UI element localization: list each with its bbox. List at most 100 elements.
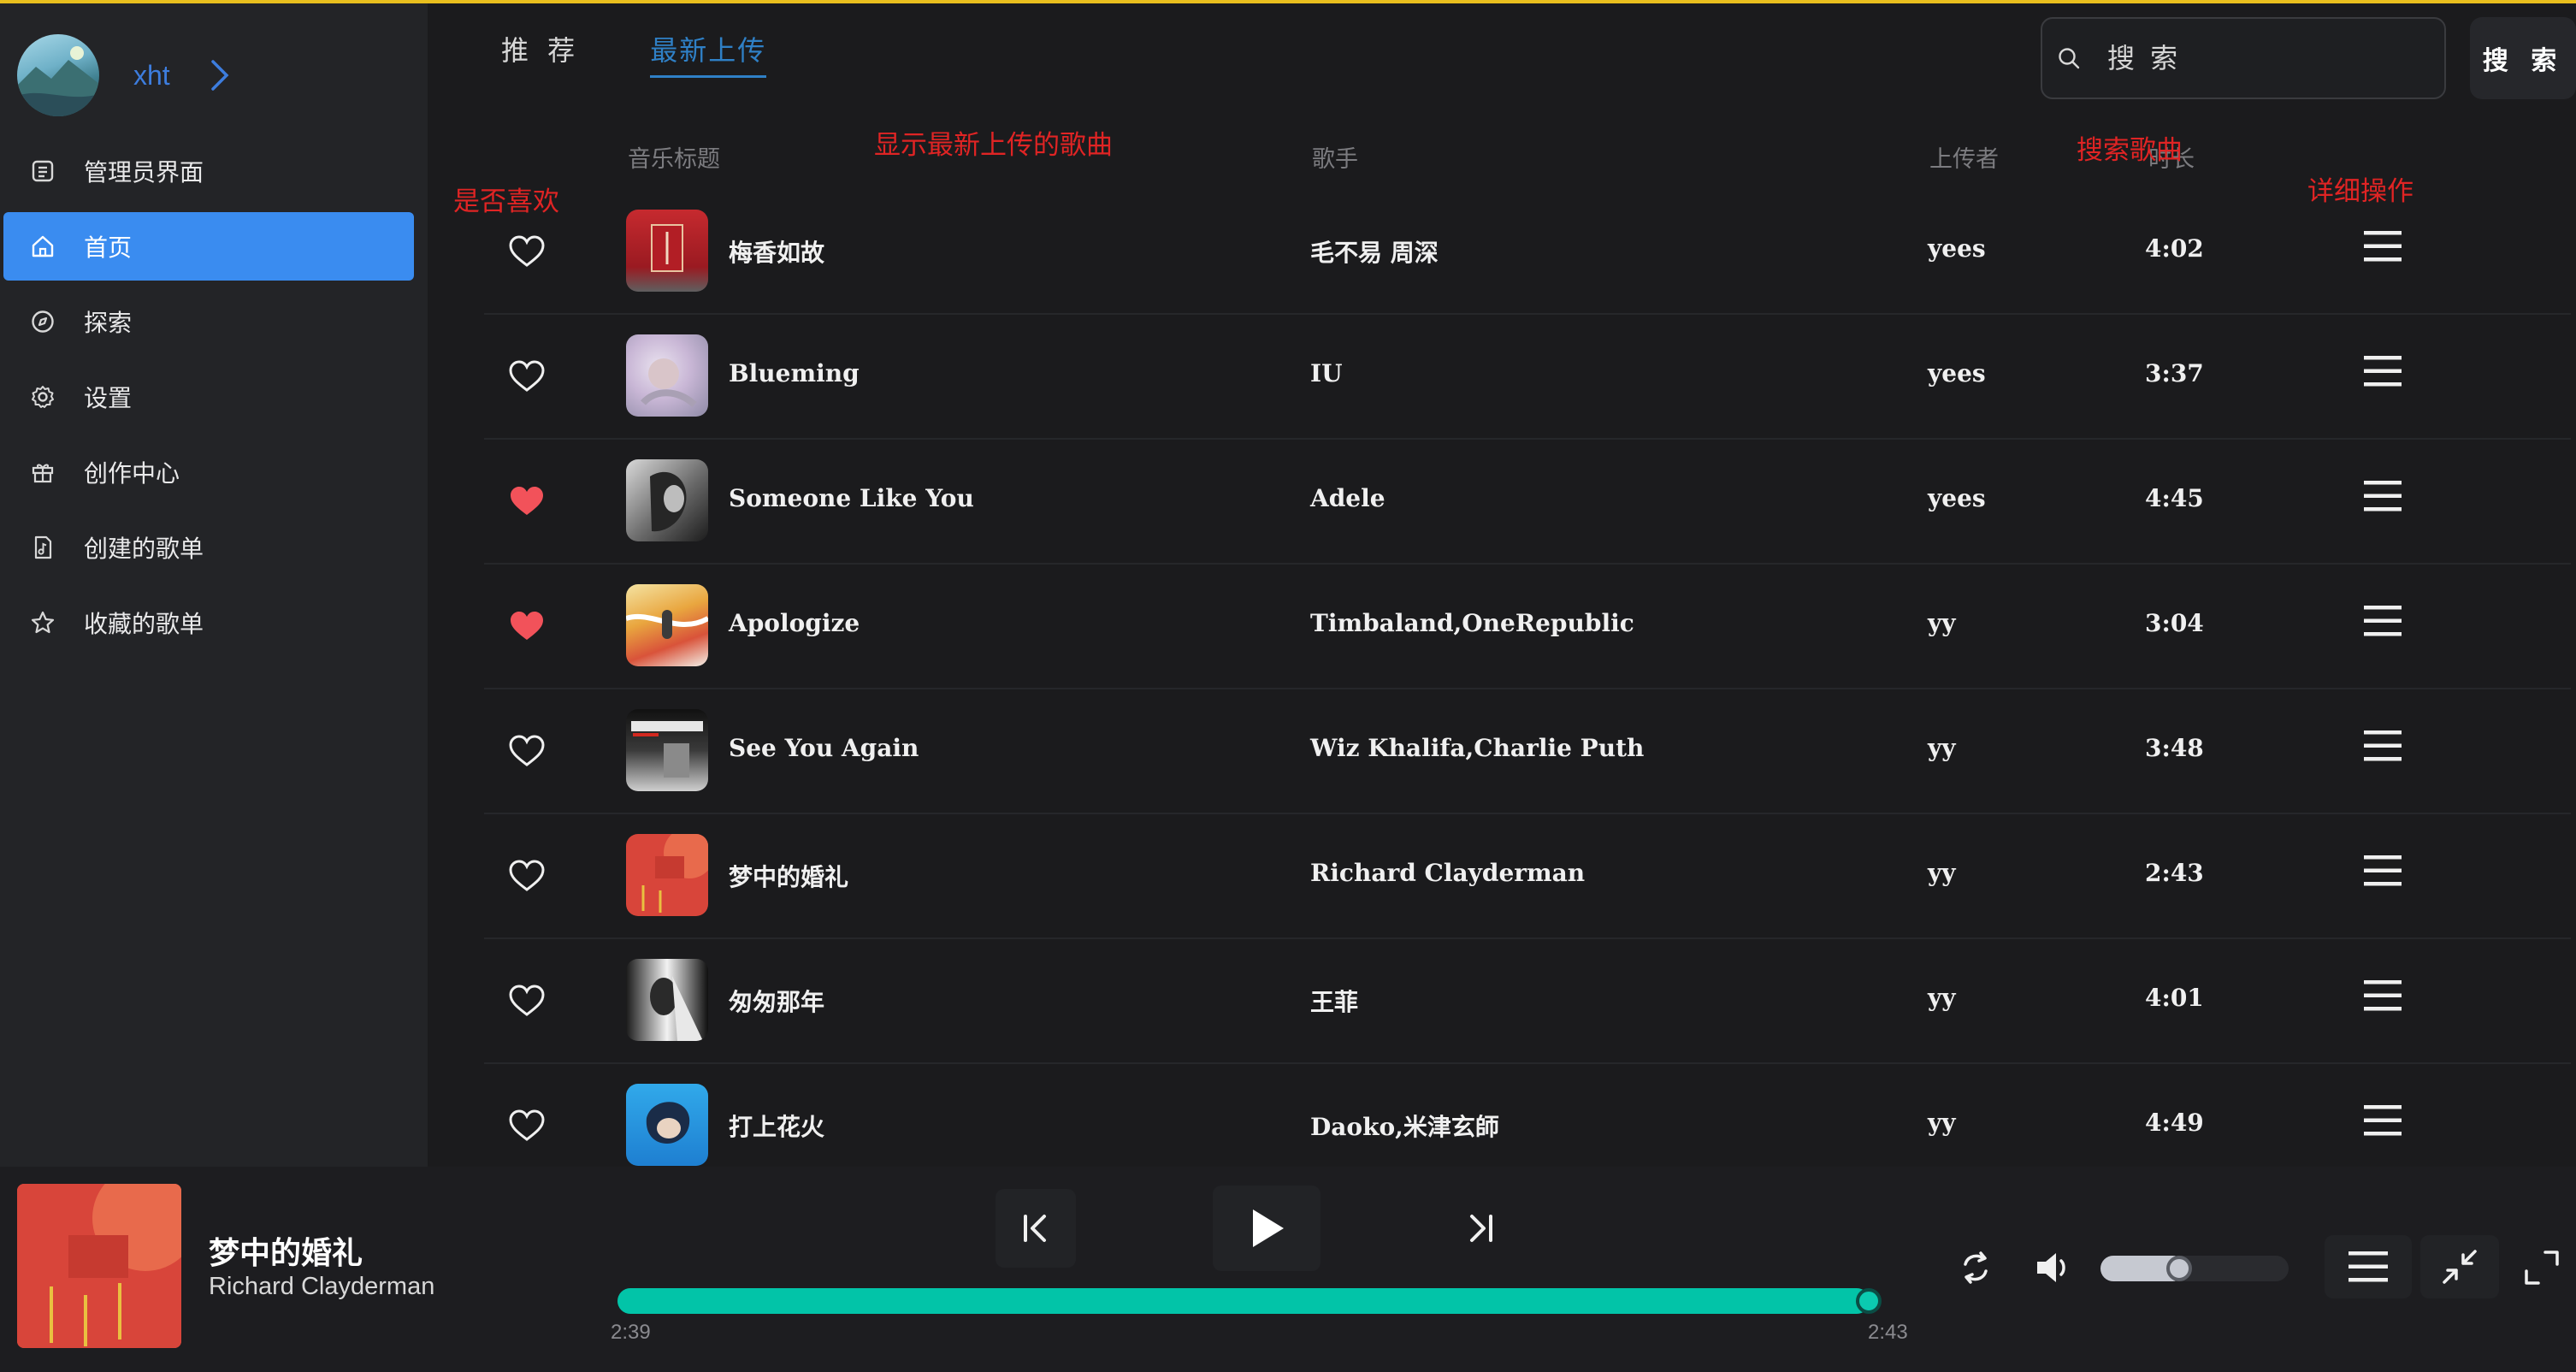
song-title[interactable]: 打上花火 <box>729 1109 824 1143</box>
current-time: 2:39 <box>611 1321 651 1344</box>
menu-icon[interactable] <box>2364 604 2402 638</box>
progress-handle[interactable] <box>1856 1288 1882 1314</box>
song-title[interactable]: 梅香如故 <box>729 234 824 269</box>
username[interactable]: xht <box>133 60 170 92</box>
song-artist[interactable]: Wiz Khalifa,Charlie Puth <box>1310 734 1644 762</box>
song-uploader: yy <box>1928 859 1956 887</box>
sidebar-item-label: 首页 <box>84 234 133 262</box>
heart-outline-icon[interactable] <box>508 859 546 893</box>
album-cover <box>626 834 708 916</box>
heart-outline-icon[interactable] <box>508 234 546 269</box>
album-cover <box>626 459 708 541</box>
search-input[interactable] <box>2107 42 2415 74</box>
sidebar-item-settings[interactable]: 设置 <box>3 363 414 431</box>
song-duration: 3:37 <box>2145 359 2204 387</box>
song-duration: 2:43 <box>2145 859 2204 887</box>
mini-player-button[interactable] <box>2420 1235 2499 1298</box>
menu-icon[interactable] <box>2364 354 2402 388</box>
song-uploader: yees <box>1928 484 1986 512</box>
play-button[interactable] <box>1213 1186 1320 1271</box>
volume-button[interactable] <box>2030 1244 2078 1292</box>
menu-icon[interactable] <box>2364 729 2402 763</box>
search-box[interactable] <box>2041 17 2446 99</box>
sidebar-item-creator[interactable]: 创作中心 <box>3 438 414 506</box>
song-artist[interactable]: Timbaland,OneRepublic <box>1310 609 1634 637</box>
song-title[interactable]: Someone Like You <box>729 484 974 512</box>
player-bar: 梦中的婚礼 Richard Clayderman 2:39 2:43 <box>0 1167 2576 1372</box>
song-duration: 3:04 <box>2145 609 2204 637</box>
song-row[interactable]: Apologize Timbaland,OneRepublic yy 3:04 <box>484 565 2571 689</box>
menu-icon[interactable] <box>2364 479 2402 513</box>
now-playing-cover[interactable] <box>17 1184 181 1348</box>
sidebar-item-admin[interactable]: 管理员界面 <box>3 137 414 205</box>
volume-icon <box>2037 1253 2065 1282</box>
user-profile[interactable]: xht <box>17 33 230 118</box>
avatar[interactable] <box>17 34 99 116</box>
heart-outline-icon[interactable] <box>508 734 546 768</box>
song-row[interactable]: See You Again Wiz Khalifa,Charlie Puth y… <box>484 689 2571 814</box>
heart-outline-icon[interactable] <box>508 984 546 1018</box>
annotation-search: 搜索歌曲 <box>2077 135 2183 166</box>
search-button[interactable]: 搜 索 <box>2470 17 2576 99</box>
heart-filled-icon[interactable] <box>508 484 546 518</box>
song-artist[interactable]: Adele <box>1310 484 1385 512</box>
song-row[interactable]: 梦中的婚礼 Richard Clayderman yy 2:43 <box>484 814 2571 939</box>
song-artist[interactable]: Richard Clayderman <box>1310 859 1585 887</box>
album-cover <box>626 959 708 1041</box>
chevron-right-icon[interactable] <box>210 58 230 92</box>
next-button[interactable] <box>1440 1189 1521 1268</box>
progress-bar[interactable] <box>617 1288 1870 1314</box>
album-cover <box>626 1084 708 1166</box>
previous-button[interactable] <box>996 1189 1076 1268</box>
song-artist[interactable]: Daoko,米津玄師 <box>1310 1109 1499 1143</box>
song-artist[interactable]: 毛不易 周深 <box>1310 234 1439 269</box>
volume-handle[interactable] <box>2166 1256 2192 1281</box>
menu-icon[interactable] <box>2364 854 2402 888</box>
song-row[interactable]: Someone Like You Adele yees 4:45 <box>484 440 2571 565</box>
song-uploader: yy <box>1928 984 1956 1012</box>
sidebar-item-home[interactable]: 首页 <box>3 212 414 281</box>
album-cover <box>626 584 708 666</box>
heart-outline-icon[interactable] <box>508 359 546 393</box>
now-playing-artist: Richard Clayderman <box>209 1273 435 1300</box>
sidebar-item-created-playlists[interactable]: 创建的歌单 <box>3 513 414 582</box>
song-artist[interactable]: IU <box>1310 359 1343 387</box>
collapse-icon <box>2443 1250 2477 1284</box>
gear-icon <box>29 383 56 411</box>
song-uploader: yy <box>1928 734 1956 762</box>
sidebar-nav: 管理员界面 首页 探索 设置 创作中心 创建的歌单 收藏的歌单 <box>3 137 414 664</box>
song-row[interactable]: Blueming IU yees 3:37 <box>484 315 2571 440</box>
song-artist[interactable]: 王菲 <box>1310 984 1358 1018</box>
music-doc-icon <box>29 534 56 561</box>
repeat-button[interactable] <box>1952 1244 2000 1292</box>
annotation-latest: 显示最新上传的歌曲 <box>874 130 1113 161</box>
sidebar-item-label: 创建的歌单 <box>84 535 204 563</box>
sidebar-item-explore[interactable]: 探索 <box>3 287 414 356</box>
song-row[interactable]: 匆匆那年 王菲 yy 4:01 <box>484 939 2571 1064</box>
menu-icon[interactable] <box>2364 979 2402 1013</box>
menu-icon[interactable] <box>2364 229 2402 263</box>
song-duration: 4:45 <box>2145 484 2204 512</box>
playlist-button[interactable] <box>2325 1235 2412 1298</box>
column-header-title: 音乐标题 <box>628 146 720 173</box>
heart-outline-icon[interactable] <box>508 1109 546 1143</box>
sidebar-item-collected-playlists[interactable]: 收藏的歌单 <box>3 588 414 657</box>
skip-previous-icon <box>1024 1215 1046 1242</box>
song-duration: 3:48 <box>2145 734 2204 762</box>
sidebar-item-label: 收藏的歌单 <box>84 610 204 638</box>
tab-recommend[interactable]: 推 荐 <box>501 29 580 78</box>
menu-icon[interactable] <box>2364 1103 2402 1138</box>
fullscreen-button[interactable] <box>2518 1244 2566 1292</box>
tab-latest-upload[interactable]: 最新上传 <box>650 29 767 78</box>
star-icon <box>29 609 56 636</box>
song-title[interactable]: Apologize <box>729 609 860 637</box>
song-duration: 4:02 <box>2145 234 2204 263</box>
column-header-artist: 歌手 <box>1312 146 1358 173</box>
song-title[interactable]: Blueming <box>729 359 860 387</box>
song-title[interactable]: 梦中的婚礼 <box>729 859 848 893</box>
song-title[interactable]: See You Again <box>729 734 919 762</box>
sidebar-item-label: 设置 <box>84 384 133 412</box>
song-title[interactable]: 匆匆那年 <box>729 984 824 1018</box>
heart-filled-icon[interactable] <box>508 609 546 643</box>
song-row[interactable]: 梅香如故 毛不易 周深 yees 4:02 <box>484 190 2571 315</box>
